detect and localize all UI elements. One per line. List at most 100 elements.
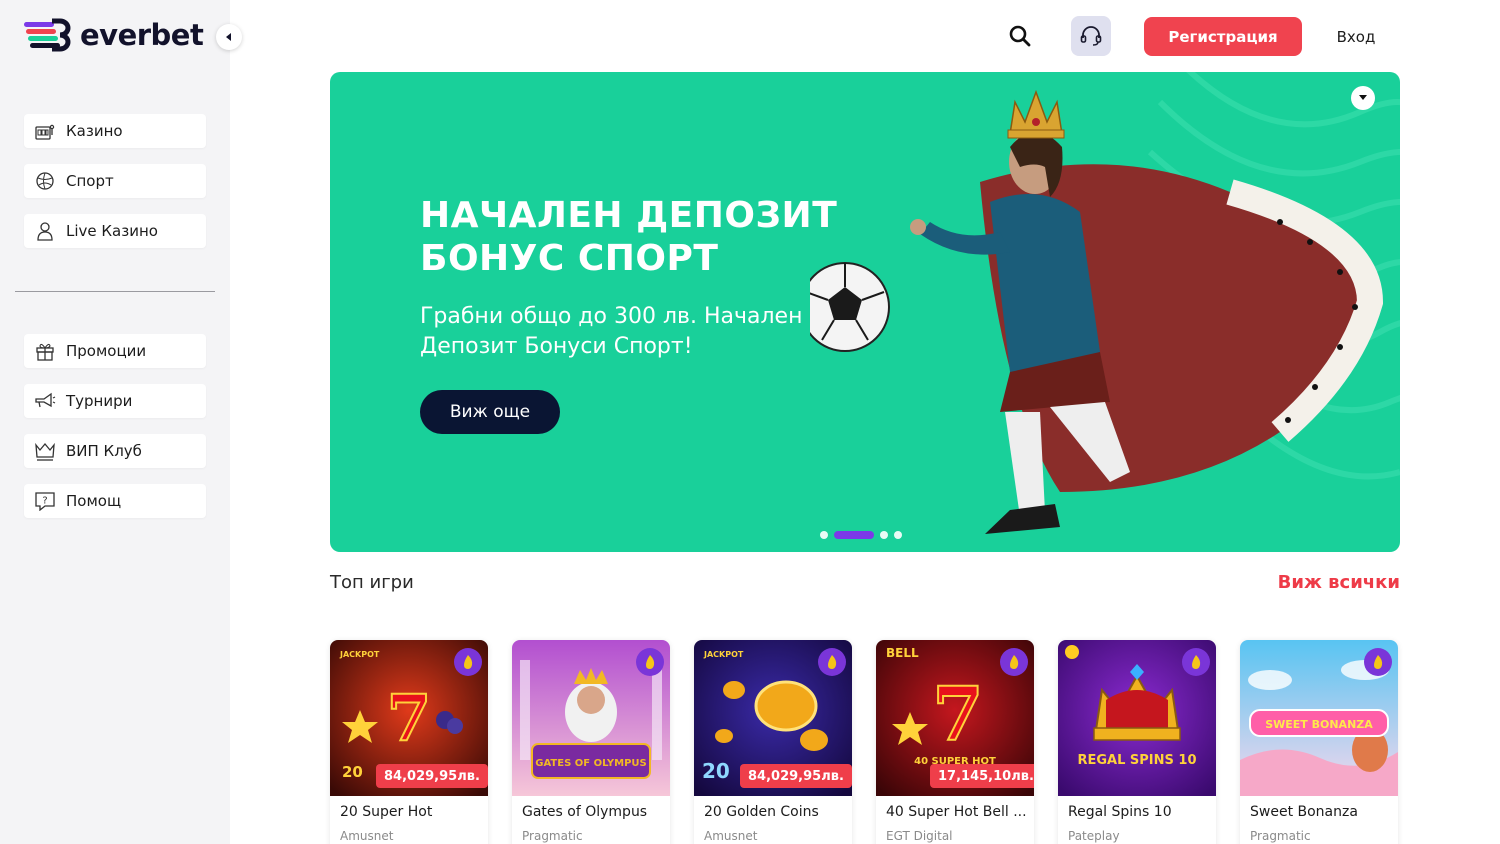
game-provider: Pragmatic bbox=[1250, 829, 1311, 843]
game-provider: Amusnet bbox=[340, 829, 394, 843]
game-card[interactable]: 7 JACKPOT 20 84,029,95лв. 20 Super Hot A… bbox=[330, 640, 488, 844]
game-provider: Pragmatic bbox=[522, 829, 583, 843]
sidebar-item-vip-club[interactable]: ВИП Клуб bbox=[24, 434, 206, 468]
sidebar-collapse-button[interactable] bbox=[216, 24, 242, 50]
hot-badge bbox=[1000, 648, 1028, 676]
game-thumb-label: SWEET BONANZA bbox=[1265, 718, 1373, 731]
game-card[interactable]: 7 BELL 40 SUPER HOT 17,145,10лв. 40 Supe… bbox=[876, 640, 1034, 844]
primary-nav: Казино Спорт Live Казино bbox=[24, 114, 206, 264]
hot-badge bbox=[636, 648, 664, 676]
carousel-dot[interactable] bbox=[894, 531, 902, 539]
game-provider: Amusnet bbox=[704, 829, 758, 843]
gift-icon bbox=[34, 340, 56, 362]
game-thumb-label: REGAL SPINS 10 bbox=[1077, 753, 1196, 768]
game-provider: Pateplay bbox=[1068, 829, 1120, 843]
flame-icon bbox=[1374, 655, 1383, 669]
carousel-dot-active[interactable] bbox=[834, 531, 874, 539]
sidebar-item-label: Турнири bbox=[66, 392, 133, 410]
megaphone-icon bbox=[34, 390, 56, 412]
sidebar-item-tournaments[interactable]: Турнири bbox=[24, 384, 206, 418]
sidebar-item-label: Казино bbox=[66, 122, 123, 140]
hot-badge bbox=[1364, 648, 1392, 676]
secondary-nav: Промоции Турнири ВИП Клуб ? Помощ bbox=[24, 334, 206, 534]
game-card[interactable]: SWEET BONANZA Sweet Bonanza Pragmatic bbox=[1240, 640, 1398, 844]
game-card[interactable]: JACKPOT 20 84,029,95лв. 20 Golden Coins … bbox=[694, 640, 852, 844]
svg-text:7: 7 bbox=[932, 672, 984, 758]
sidebar-item-live-casino[interactable]: Live Казино bbox=[24, 214, 206, 248]
chevron-down-icon bbox=[1359, 95, 1367, 100]
sidebar-item-casino[interactable]: Казино bbox=[24, 114, 206, 148]
register-button[interactable]: Регистрация bbox=[1144, 17, 1302, 56]
banner-hero-illustration bbox=[810, 89, 1384, 534]
sidebar-divider bbox=[15, 291, 215, 292]
sidebar-item-label: Помощ bbox=[66, 492, 122, 510]
flame-icon bbox=[828, 655, 837, 669]
crown-icon bbox=[34, 440, 56, 462]
headset-icon bbox=[1080, 26, 1102, 46]
game-card[interactable]: REGAL SPINS 10 Regal Spins 10 Pateplay bbox=[1058, 640, 1216, 844]
svg-text:7: 7 bbox=[387, 681, 432, 756]
banner-subtitle: Грабни общо до 300 лв. Начален Депозит Б… bbox=[420, 304, 803, 359]
game-card[interactable]: GATES OF OLYMPUS Gates of Olympus Pragma… bbox=[512, 640, 670, 844]
game-thumb-label: 20 bbox=[342, 763, 363, 781]
jackpot-badge: 84,029,95лв. bbox=[740, 764, 852, 788]
banner-toggle-button[interactable] bbox=[1351, 86, 1375, 110]
flame-icon bbox=[646, 655, 655, 669]
flame-icon bbox=[464, 655, 473, 669]
game-name: Gates of Olympus bbox=[522, 804, 648, 820]
svg-text:JACKPOT: JACKPOT bbox=[339, 650, 380, 659]
carousel-dots bbox=[820, 531, 902, 539]
svg-text:JACKPOT: JACKPOT bbox=[703, 650, 744, 659]
game-thumbnail: 7 BELL 40 SUPER HOT 17,145,10лв. bbox=[876, 640, 1034, 796]
sidebar-item-label: Спорт bbox=[66, 172, 114, 190]
top-games-list: 7 JACKPOT 20 84,029,95лв. 20 Super Hot A… bbox=[330, 640, 1398, 844]
promo-banner[interactable]: НАЧАЛЕН ДЕПОЗИТ БОНУС СПОРТ Грабни общо … bbox=[330, 72, 1400, 552]
game-name: 40 Super Hot Bell ... bbox=[886, 804, 1027, 820]
caret-left-icon bbox=[226, 33, 231, 41]
brand-logo[interactable]: everbet bbox=[24, 18, 204, 52]
view-all-link[interactable]: Виж всички bbox=[1278, 572, 1400, 593]
game-name: 20 Golden Coins bbox=[704, 804, 819, 820]
sidebar-item-promotions[interactable]: Промоции bbox=[24, 334, 206, 368]
hot-badge bbox=[1182, 648, 1210, 676]
banner-cta-button[interactable]: Виж още bbox=[420, 390, 560, 434]
game-thumbnail: 7 JACKPOT 20 84,029,95лв. bbox=[330, 640, 488, 796]
hot-badge bbox=[818, 648, 846, 676]
sidebar-item-sport[interactable]: Спорт bbox=[24, 164, 206, 198]
slot-machine-icon bbox=[34, 120, 56, 142]
game-provider: EGT Digital bbox=[886, 829, 953, 843]
flame-icon bbox=[1010, 655, 1019, 669]
game-name: Sweet Bonanza bbox=[1250, 804, 1358, 820]
game-thumbnail: GATES OF OLYMPUS bbox=[512, 640, 670, 796]
search-button[interactable] bbox=[1006, 22, 1034, 50]
support-button[interactable] bbox=[1071, 16, 1111, 56]
sidebar: everbet Казино Спорт Live Казино Промоци… bbox=[0, 0, 242, 844]
game-thumbnail: SWEET BONANZA bbox=[1240, 640, 1398, 796]
help-icon: ? bbox=[34, 490, 56, 512]
sidebar-item-help[interactable]: ? Помощ bbox=[24, 484, 206, 518]
carousel-dot[interactable] bbox=[880, 531, 888, 539]
hot-badge bbox=[454, 648, 482, 676]
login-button[interactable]: Вход bbox=[1320, 17, 1392, 56]
jackpot-badge: 84,029,95лв. bbox=[376, 764, 488, 788]
person-icon bbox=[34, 220, 56, 242]
sidebar-item-label: Live Казино bbox=[66, 222, 158, 240]
top-games-title: Топ игри bbox=[330, 572, 414, 593]
svg-text:BELL: BELL bbox=[886, 646, 919, 660]
game-thumb-label: 20 bbox=[702, 759, 730, 783]
ball-icon bbox=[34, 170, 56, 192]
game-name: Regal Spins 10 bbox=[1068, 804, 1172, 820]
jackpot-badge: 17,145,10лв. bbox=[930, 764, 1034, 788]
game-thumbnail: JACKPOT 20 84,029,95лв. bbox=[694, 640, 852, 796]
carousel-dot[interactable] bbox=[820, 531, 828, 539]
game-name: 20 Super Hot bbox=[340, 804, 433, 820]
game-thumbnail: REGAL SPINS 10 bbox=[1058, 640, 1216, 796]
brand-name: everbet bbox=[80, 18, 204, 52]
sidebar-item-label: ВИП Клуб bbox=[66, 442, 142, 460]
everbet-logo-icon bbox=[24, 18, 71, 52]
game-thumb-label: GATES OF OLYMPUS bbox=[535, 758, 646, 769]
search-icon bbox=[1009, 25, 1031, 47]
sidebar-item-label: Промоции bbox=[66, 342, 147, 360]
flame-icon bbox=[1192, 655, 1201, 669]
svg-text:?: ? bbox=[42, 496, 47, 507]
